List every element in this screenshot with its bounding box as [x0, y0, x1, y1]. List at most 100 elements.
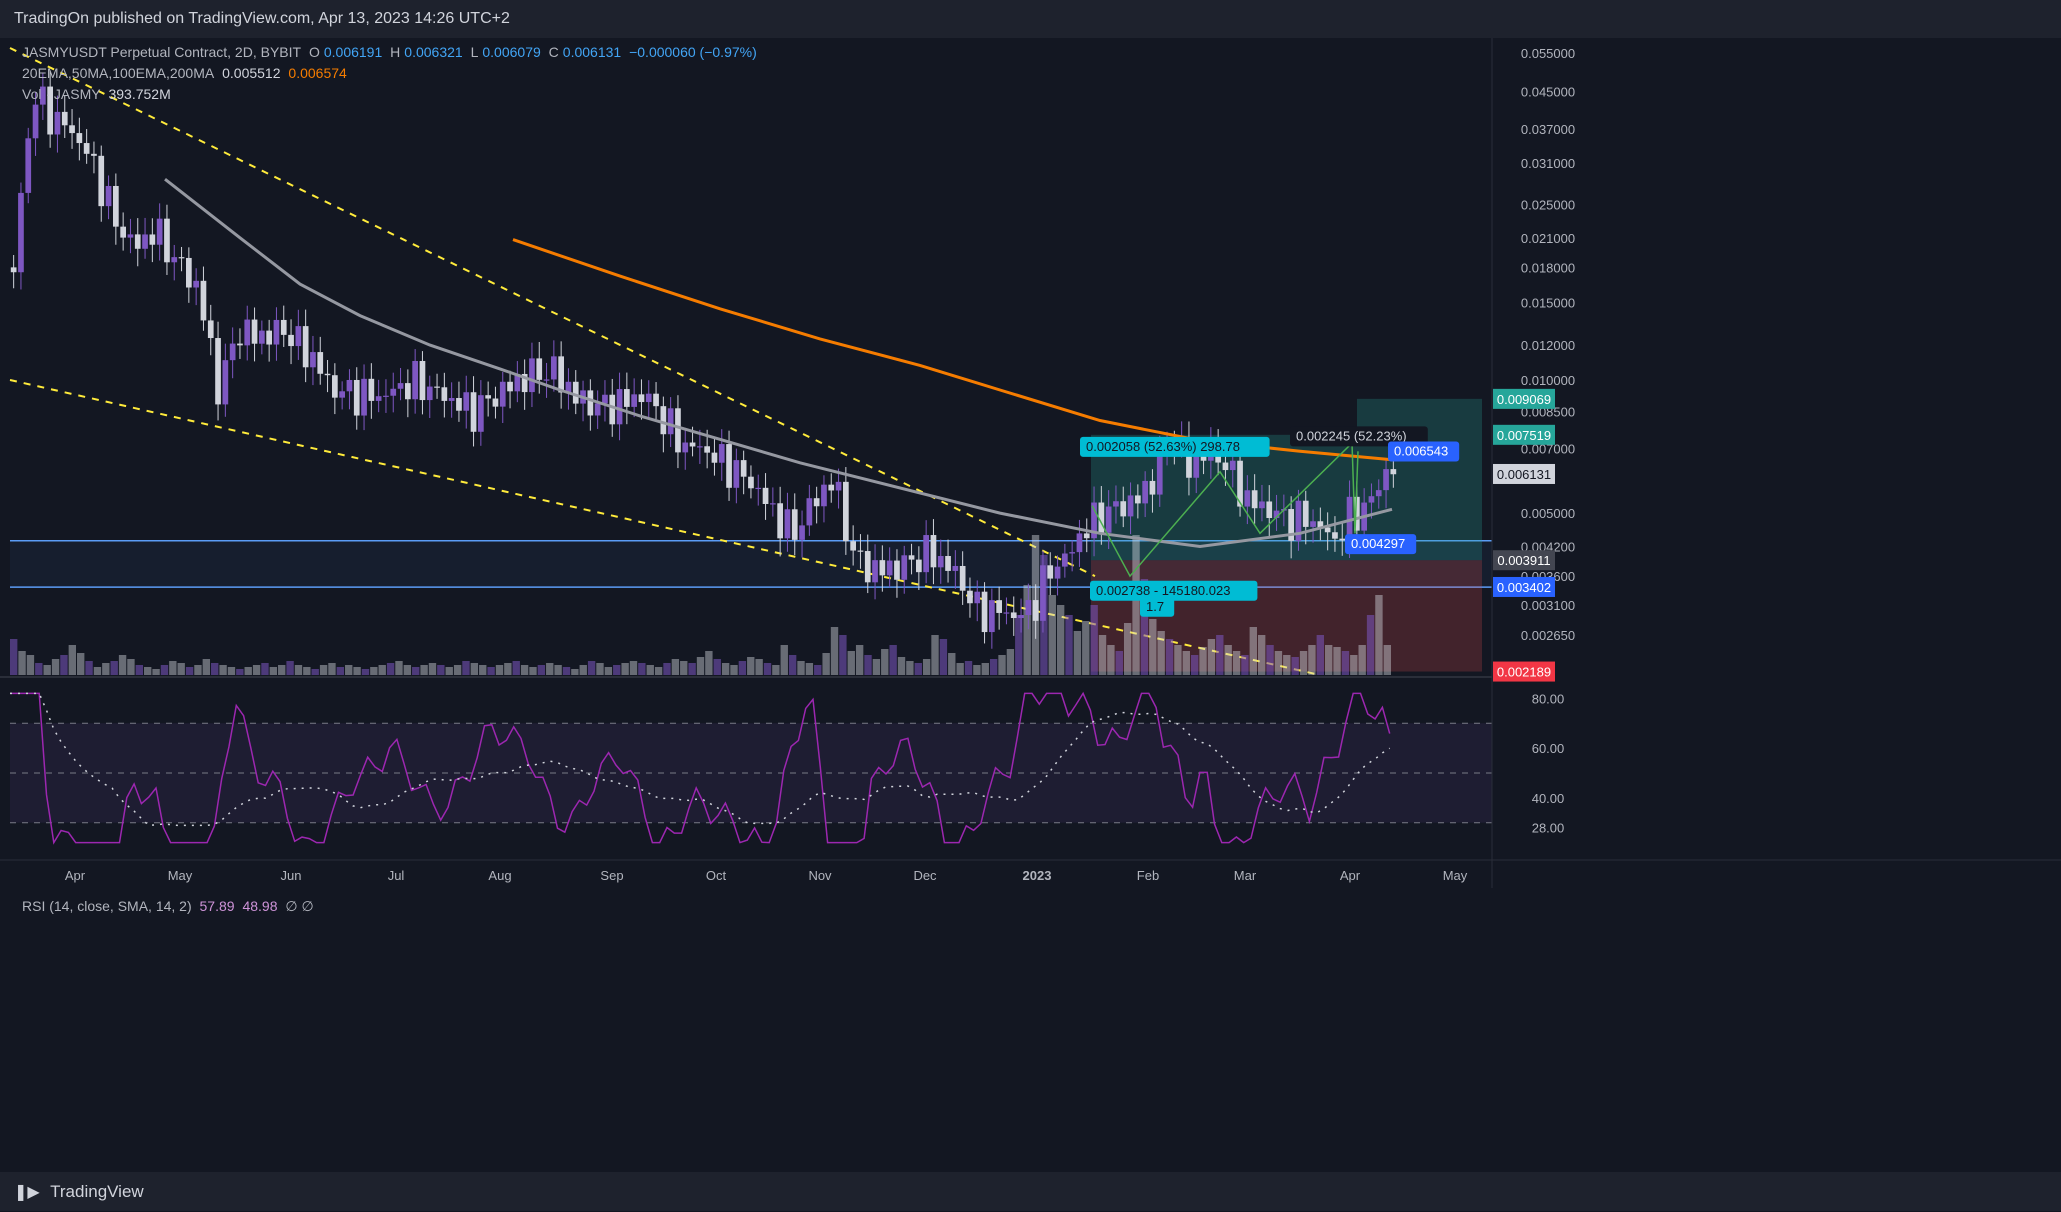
candle-body — [383, 395, 389, 397]
candle-body — [711, 452, 718, 463]
price-tick-label: 0.031000 — [1521, 156, 1575, 171]
rsi-value: 57.89 — [199, 898, 235, 914]
price-tick-label: 0.003100 — [1521, 598, 1575, 613]
volume-bar — [780, 645, 788, 675]
volume-bar — [1082, 621, 1090, 675]
candle-body — [346, 379, 353, 392]
volume-bar — [1324, 645, 1333, 675]
volume-bar — [755, 659, 763, 675]
candle-body — [288, 334, 294, 347]
candle-body — [551, 356, 557, 380]
candle-body — [215, 338, 221, 405]
candle-body — [361, 378, 367, 416]
candle-body — [1149, 480, 1156, 495]
candle-body — [930, 535, 937, 568]
candle-body — [886, 560, 893, 576]
candle-body — [835, 481, 842, 491]
candle-body — [397, 383, 404, 389]
volume-bar — [244, 667, 252, 675]
price-chart[interactable]: 0.002058 (52.63%) 298.78 0.002245 (52.23%… — [0, 38, 2061, 1172]
footer-brand: TradingView — [50, 1182, 144, 1201]
candle-body — [843, 481, 849, 542]
volume-bar — [989, 659, 998, 675]
candle-body — [872, 560, 878, 583]
candle-body — [967, 590, 973, 604]
volume-bar — [906, 661, 914, 675]
price-axis[interactable]: 0.055000 0.045000 0.037000 0.031000 0.025000… — [1491, 38, 2061, 888]
candle-body — [193, 280, 199, 288]
price-tick-label: 0.015000 — [1521, 295, 1575, 310]
candle-body — [113, 185, 119, 227]
candle-body — [91, 153, 97, 156]
volume-bar — [1006, 649, 1015, 675]
measure-label-1: 0.002058 (52.63%) 298.78 — [1086, 439, 1240, 454]
candle-body — [952, 565, 959, 571]
low-value: 0.006079 — [482, 44, 541, 60]
volume-bar — [738, 661, 747, 675]
volume-legend: Vol · JASMY 393.752M — [22, 86, 175, 102]
volume-bar — [286, 661, 294, 675]
volume-bar — [504, 663, 512, 675]
volume-bar — [1308, 645, 1316, 675]
volume-bar — [1174, 645, 1182, 675]
close-label: C — [548, 44, 559, 60]
candle-body — [32, 104, 39, 139]
volume-bar — [881, 649, 889, 675]
low-label: L — [470, 44, 479, 60]
price-tag-label: 0.007519 — [1497, 428, 1551, 443]
volume-bar — [629, 661, 638, 675]
volume-label: Vol · JASMY — [22, 86, 101, 102]
candle-body — [704, 446, 710, 453]
candle-body — [456, 398, 462, 411]
volume-bar — [1366, 615, 1375, 675]
volume-bar — [345, 665, 353, 675]
volume-bar — [110, 661, 118, 675]
candle-body — [485, 395, 491, 399]
candle-body — [784, 509, 791, 539]
volume-bar — [537, 665, 546, 675]
candle-body — [149, 234, 156, 245]
tradingview-logo-icon: ❚▶ — [14, 1184, 40, 1201]
volume-bar — [1257, 635, 1266, 675]
volume-bar — [1232, 651, 1241, 675]
volume-bar — [830, 627, 839, 675]
main-pane[interactable]: 0.002058 (52.63%) 298.78 0.002245 (52.23%… — [0, 38, 1492, 676]
volume-bar — [939, 639, 948, 675]
candle-body — [937, 555, 944, 568]
candle-body — [675, 408, 681, 453]
volume-bar — [169, 661, 177, 675]
candle-body — [251, 319, 258, 344]
candle-body — [536, 358, 543, 380]
candle-body — [1368, 496, 1375, 503]
volume-bar — [479, 665, 487, 675]
volume-bar — [721, 663, 730, 675]
candle-body — [1083, 533, 1090, 539]
volume-bar — [135, 665, 144, 675]
rsi-sma-value: 48.98 — [242, 898, 278, 914]
candle-body — [777, 503, 783, 539]
candle-body — [857, 550, 864, 552]
time-tick-label: Dec — [913, 868, 937, 883]
volume-bar — [1291, 657, 1299, 675]
volume-bar — [546, 663, 554, 675]
volume-bar — [194, 665, 202, 675]
volume-bar — [51, 659, 60, 675]
candle-body — [98, 155, 105, 207]
candle-body — [821, 484, 827, 507]
candle-body — [697, 446, 703, 448]
candle-body — [1229, 460, 1236, 471]
ma-label: 20EMA,50MA,100EMA,200MA — [22, 65, 215, 81]
volume-bar — [1299, 651, 1308, 675]
volume-bar — [378, 665, 386, 675]
target-price-label: 0.006543 — [1394, 443, 1448, 458]
volume-bar — [1249, 627, 1257, 675]
candle-body — [594, 403, 601, 416]
candle-body — [1244, 490, 1251, 507]
candle-body — [1222, 462, 1229, 471]
candle-body — [156, 218, 163, 245]
volume-bar — [646, 665, 654, 675]
volume-bar — [914, 663, 922, 675]
candle-body — [1332, 532, 1338, 539]
volume-bar — [236, 669, 244, 675]
candle-body — [1135, 495, 1141, 504]
